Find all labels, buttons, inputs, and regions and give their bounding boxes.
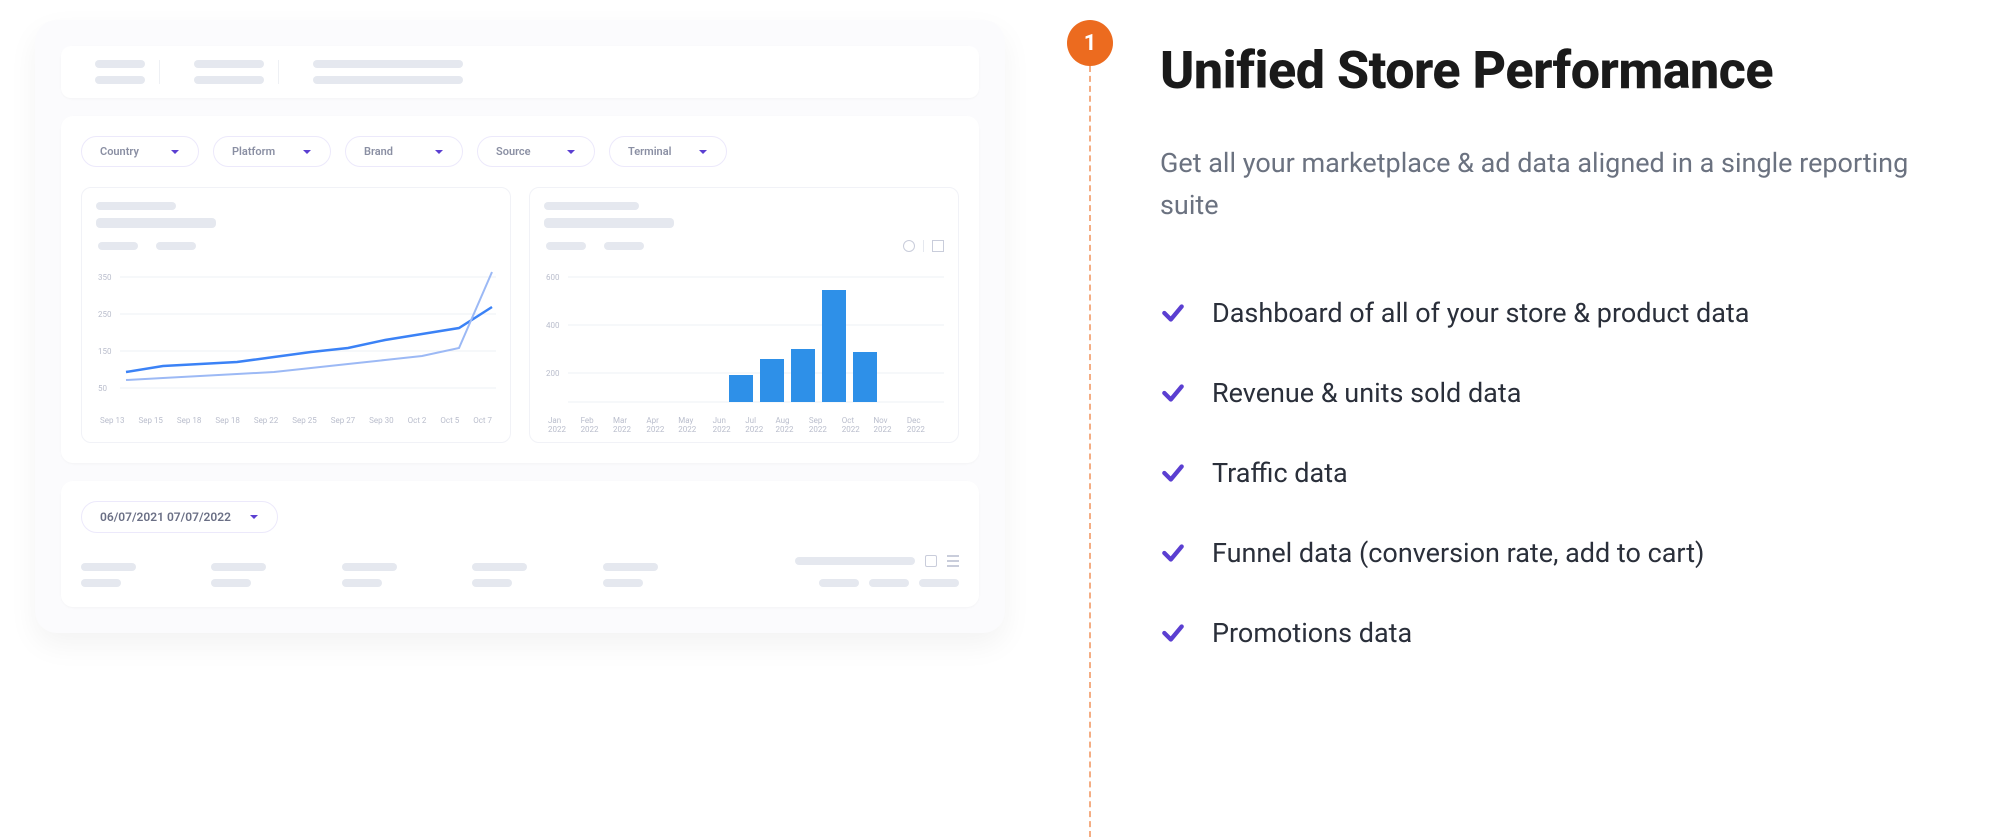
check-icon xyxy=(1160,380,1186,406)
section-heading: Unified Store Performance xyxy=(1160,40,1959,101)
feature-item: Promotions data xyxy=(1160,617,1959,649)
caret-down-icon xyxy=(434,147,444,157)
chart-settings-icon[interactable] xyxy=(903,240,915,252)
filter-label: Terminal xyxy=(628,145,671,158)
lower-card: 06/07/2021 07/07/2022 xyxy=(61,481,979,607)
y-tick: 600 xyxy=(546,273,560,282)
check-icon xyxy=(1160,460,1186,486)
y-tick: 200 xyxy=(546,369,560,378)
y-tick: 350 xyxy=(98,273,112,282)
grid-toggle-icon[interactable] xyxy=(925,555,937,567)
feature-text: Dashboard of all of your store & product… xyxy=(1212,297,1749,329)
line-chart-card: 350 250 150 50 Sep 13Sep 15S xyxy=(81,187,511,443)
bar-chart: 600 400 200 xyxy=(544,262,944,412)
feature-list: Dashboard of all of your store & product… xyxy=(1160,297,1959,649)
step-number: 1 xyxy=(1084,31,1097,56)
filter-label: Source xyxy=(496,145,531,158)
feature-text: Promotions data xyxy=(1212,617,1412,649)
x-axis-labels: Sep 13Sep 15Sep 18Sep 18Sep 22Sep 25Sep … xyxy=(96,412,496,425)
caret-down-icon xyxy=(566,147,576,157)
chart-divider xyxy=(923,240,924,252)
caret-down-icon xyxy=(170,147,180,157)
feature-text: Revenue & units sold data xyxy=(1212,377,1521,409)
filters-card: Country Platform Brand Source Terminal xyxy=(61,116,979,463)
feature-text: Traffic data xyxy=(1212,457,1348,489)
table-header-skeleton xyxy=(81,555,959,587)
check-icon xyxy=(1160,300,1186,326)
filter-country[interactable]: Country xyxy=(81,136,199,167)
feature-item: Revenue & units sold data xyxy=(1160,377,1959,409)
date-range-label: 06/07/2021 07/07/2022 xyxy=(100,510,231,524)
feature-item: Funnel data (conversion rate, add to car… xyxy=(1160,537,1959,569)
filter-label: Brand xyxy=(364,145,393,158)
feature-text: Funnel data (conversion rate, add to car… xyxy=(1212,537,1704,569)
dashboard-mock: Country Platform Brand Source Terminal xyxy=(35,20,1005,633)
list-toggle-icon[interactable] xyxy=(947,555,959,567)
line-chart: 350 250 150 50 xyxy=(96,262,496,412)
caret-down-icon xyxy=(302,147,312,157)
feature-item: Traffic data xyxy=(1160,457,1959,489)
caret-down-icon xyxy=(249,512,259,522)
feature-item: Dashboard of all of your store & product… xyxy=(1160,297,1959,329)
caret-down-icon xyxy=(698,147,708,157)
y-tick: 250 xyxy=(98,310,112,319)
filter-terminal[interactable]: Terminal xyxy=(609,136,727,167)
filters-row: Country Platform Brand Source Terminal xyxy=(81,136,959,167)
filter-brand[interactable]: Brand xyxy=(345,136,463,167)
filter-source[interactable]: Source xyxy=(477,136,595,167)
section-subheading: Get all your marketplace & ad data align… xyxy=(1160,143,1920,227)
check-icon xyxy=(1160,540,1186,566)
filter-label: Country xyxy=(100,145,139,158)
y-tick: 400 xyxy=(546,321,560,330)
date-range-picker[interactable]: 06/07/2021 07/07/2022 xyxy=(81,501,278,533)
bar-chart-card: 600 400 200 xyxy=(529,187,959,443)
breadcrumb-bar xyxy=(61,46,979,98)
chart-expand-icon[interactable] xyxy=(932,240,944,252)
filter-label: Platform xyxy=(232,145,275,158)
y-tick: 150 xyxy=(98,347,112,356)
filter-platform[interactable]: Platform xyxy=(213,136,331,167)
y-tick: 50 xyxy=(98,384,107,393)
timeline-line xyxy=(1089,66,1091,837)
check-icon xyxy=(1160,620,1186,646)
step-number-badge: 1 xyxy=(1067,20,1113,66)
x-axis-labels: Jan 2022Feb 2022Mar 2022Apr 2022May 2022… xyxy=(544,412,944,434)
